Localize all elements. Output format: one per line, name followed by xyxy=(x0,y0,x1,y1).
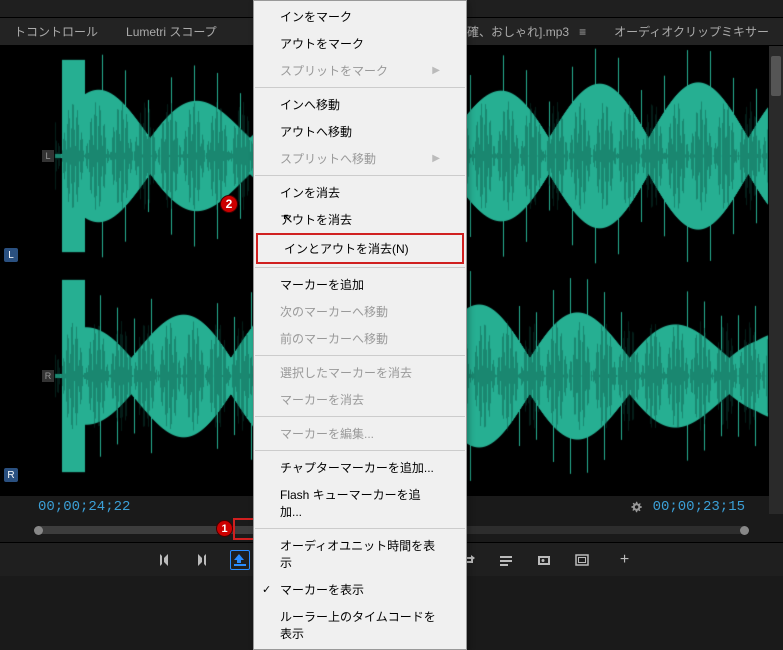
menu-item: 次のマーカーへ移動 xyxy=(254,298,466,325)
scrub-handle-start[interactable] xyxy=(34,526,43,535)
menu-item[interactable]: インを消去 xyxy=(254,179,466,206)
menu-item-label: インをマーク xyxy=(280,8,352,25)
menu-item[interactable]: チャプターマーカーを追加... xyxy=(254,454,466,481)
channel-indicator-l: L xyxy=(42,150,54,162)
menu-item: 選択したマーカーを消去 xyxy=(254,359,466,386)
menu-item-label: マーカーを消去 xyxy=(280,391,364,408)
menu-item-label: インへ移動 xyxy=(280,96,340,113)
menu-item-label: スプリットをマーク xyxy=(280,62,388,79)
scrub-handle-end[interactable] xyxy=(740,526,749,535)
channel-label-r: R xyxy=(4,468,18,482)
menu-item[interactable]: ✓ マーカーを表示 xyxy=(254,576,466,603)
menu-item-label: アウトを消去 xyxy=(280,211,352,228)
menu-item: スプリットをマーク ▶ xyxy=(254,57,466,84)
safe-margins-button[interactable] xyxy=(572,550,592,570)
scrollbar-thumb[interactable] xyxy=(771,56,781,96)
menu-item: 前のマーカーへ移動 xyxy=(254,325,466,352)
menu-item[interactable]: ルーラー上のタイムコードを表示 xyxy=(254,603,466,647)
mark-in-button[interactable] xyxy=(154,550,174,570)
vertical-scrollbar[interactable] xyxy=(769,46,783,514)
callout-2-badge: 2 xyxy=(220,195,238,213)
menu-separator xyxy=(255,267,465,268)
menu-separator xyxy=(255,416,465,417)
mark-out-button[interactable] xyxy=(192,550,212,570)
channel-label-l: L xyxy=(4,248,18,262)
menu-item[interactable]: インとアウトを消去(N) xyxy=(256,233,464,264)
channel-indicator-r: R xyxy=(42,370,54,382)
menu-item-label: スプリットへ移動 xyxy=(280,150,376,167)
menu-separator xyxy=(255,87,465,88)
menu-item[interactable]: インをマーク xyxy=(254,3,466,30)
menu-item-label: マーカーを表示 xyxy=(280,581,364,598)
menu-separator xyxy=(255,355,465,356)
menu-item[interactable]: インへ移動 xyxy=(254,91,466,118)
menu-item[interactable]: アウトへ移動 xyxy=(254,118,466,145)
menu-item[interactable]: オーディオユニット時間を表示 xyxy=(254,532,466,576)
menu-item-label: アウトをマーク xyxy=(280,35,364,52)
tab-audio-mixer[interactable]: オーディオクリップミキサー xyxy=(600,17,783,46)
settings-wrench-icon[interactable] xyxy=(629,500,643,514)
timecode-duration: 00;00;23;15 xyxy=(653,499,745,515)
context-menu: 2 インをマークアウトをマークスプリットをマーク▶インへ移動アウトへ移動スプリッ… xyxy=(253,0,467,650)
menu-separator xyxy=(255,528,465,529)
menu-item-label: インを消去 xyxy=(280,184,340,201)
submenu-arrow-icon: ▶ xyxy=(432,153,440,164)
menu-item[interactable]: アウトを消去 xyxy=(254,206,466,233)
tab-control[interactable]: トコントロール xyxy=(0,17,112,46)
menu-item-label: 選択したマーカーを消去 xyxy=(280,364,412,381)
menu-item: マーカーを編集... xyxy=(254,420,466,447)
menu-separator xyxy=(255,450,465,451)
insert-button[interactable] xyxy=(230,550,250,570)
menu-item[interactable]: アウトをマーク xyxy=(254,30,466,57)
submenu-arrow-icon: ▶ xyxy=(432,65,440,76)
source-clip-name: 確、おしゃれ].mp3 xyxy=(467,23,569,40)
menu-item-label: Flash キューマーカーを追加... xyxy=(280,486,440,520)
menu-item[interactable]: マーカーを追加 xyxy=(254,271,466,298)
menu-item-label: インとアウトを消去(N) xyxy=(284,240,409,257)
menu-item-label: マーカーを編集... xyxy=(280,425,374,442)
tab-source-clip[interactable]: 確、おしゃれ].mp3 ≡ xyxy=(453,17,600,46)
menu-separator xyxy=(255,175,465,176)
callout-1-badge: 1 xyxy=(216,520,233,537)
tab-lumetri[interactable]: Lumetri スコープ xyxy=(112,17,231,46)
overwrite-button[interactable] xyxy=(496,550,516,570)
tab-menu-icon[interactable]: ≡ xyxy=(579,25,586,39)
export-frame-button[interactable] xyxy=(534,550,554,570)
check-icon: ✓ xyxy=(262,583,271,596)
timecode-current[interactable]: 00;00;24;22 xyxy=(38,499,130,515)
menu-item-label: 前のマーカーへ移動 xyxy=(280,330,388,347)
menu-item-label: オーディオユニット時間を表示 xyxy=(280,537,440,571)
menu-item[interactable]: Flash キューマーカーを追加... xyxy=(254,481,466,525)
menu-item-label: 次のマーカーへ移動 xyxy=(280,303,388,320)
menu-item-label: マーカーを追加 xyxy=(280,276,364,293)
menu-item-label: チャプターマーカーを追加... xyxy=(280,459,434,476)
menu-item: マーカーを消去 xyxy=(254,386,466,413)
menu-item-label: アウトへ移動 xyxy=(280,123,352,140)
menu-item-label: ルーラー上のタイムコードを表示 xyxy=(280,608,440,642)
button-editor-plus[interactable]: + xyxy=(620,551,629,569)
menu-item: スプリットへ移動 ▶ xyxy=(254,145,466,172)
